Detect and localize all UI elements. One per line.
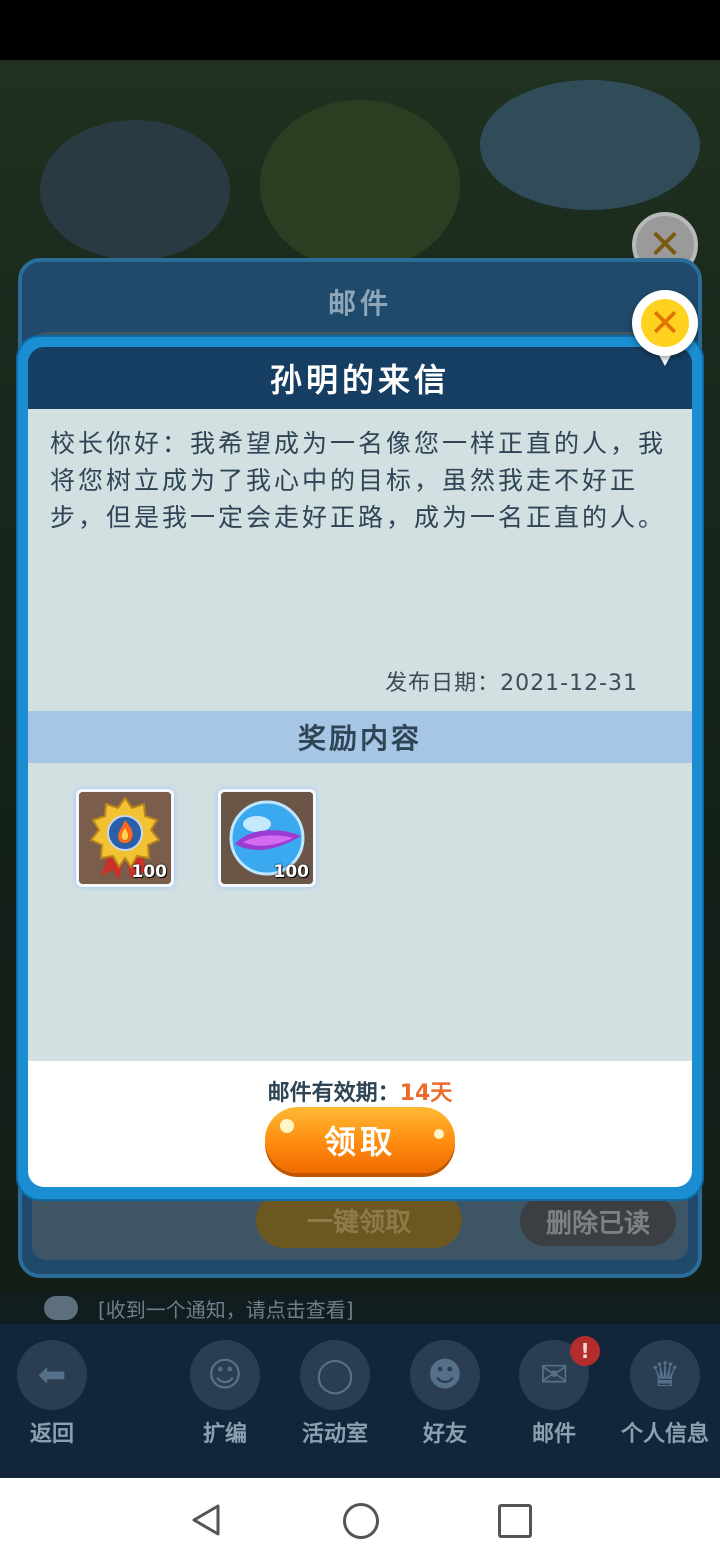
sparkle-icon: [434, 1129, 444, 1139]
publish-date: 发布日期：2021-12-31: [385, 671, 638, 696]
dialog-footer: 邮件有效期：14天 领取: [28, 1061, 692, 1187]
reward-title: 奖励内容: [297, 722, 422, 755]
reward-item[interactable]: 100: [76, 789, 174, 887]
chat-bubble-icon: [44, 1296, 78, 1320]
medal-icon: 100: [79, 792, 171, 884]
friends-icon: ☻: [410, 1340, 480, 1410]
delete-read-button[interactable]: 删除已读: [520, 1196, 676, 1246]
claim-button-label: 领取: [323, 1124, 396, 1160]
nav-profile[interactable]: ♛ 个人信息: [612, 1330, 718, 1470]
close-button[interactable]: ✕: [632, 290, 698, 356]
message-area: 校长你好：我希望成为一名像您一样正直的人，我将您树立成为了我心中的目标，虽然我走…: [28, 409, 692, 711]
letter-dialog: 孙明的来信 校长你好：我希望成为一名像您一样正直的人，我将您树立成为了我心中的目…: [18, 337, 702, 1199]
nav-label-friends: 好友: [422, 1422, 467, 1447]
back-arrow-icon: ⬅: [17, 1340, 87, 1410]
notice-text[interactable]: [收到一个通知，请点击查看]: [98, 1294, 354, 1323]
reward-quantity: 100: [273, 862, 310, 882]
message-text: 校长你好：我希望成为一名像您一样正直的人，我将您树立成为了我心中的目标，虽然我走…: [50, 429, 667, 532]
mail-window-title: 邮件: [327, 287, 392, 320]
validity-label: 邮件有效期：: [267, 1081, 400, 1106]
expand-icon: ☺: [190, 1340, 260, 1410]
sparkle-icon: [280, 1119, 294, 1133]
nav-label-back: 返回: [29, 1422, 74, 1447]
mail-badge: !: [570, 1336, 600, 1366]
validity-days: 14天: [399, 1081, 453, 1106]
nav-friends[interactable]: ☻ 好友: [395, 1330, 495, 1470]
mail-validity: 邮件有效期：14天: [28, 1075, 692, 1107]
home-icon[interactable]: [343, 1503, 379, 1539]
dialog-header: 孙明的来信: [28, 347, 692, 409]
nav-expand[interactable]: ☺ 扩编: [175, 1330, 275, 1470]
nav-activity-room[interactable]: ◯ 活动室: [285, 1330, 385, 1470]
back-icon[interactable]: [190, 1503, 224, 1537]
nav-back[interactable]: ⬅ 返回: [2, 1330, 102, 1470]
crystal-orb-icon: 100: [221, 792, 313, 884]
reward-item[interactable]: 100: [218, 789, 316, 887]
reward-quantity: 100: [131, 862, 168, 882]
nav-label-expand: 扩编: [202, 1422, 247, 1447]
close-icon: ✕: [641, 299, 689, 347]
nav-label-activity-room: 活动室: [301, 1422, 368, 1447]
claim-all-button[interactable]: 一键领取: [256, 1192, 462, 1248]
recent-apps-icon[interactable]: [498, 1504, 532, 1538]
dialog-title: 孙明的来信: [269, 361, 450, 399]
status-bar: [0, 0, 720, 60]
nav-label-profile: 个人信息: [620, 1422, 709, 1447]
reward-area: 100 100: [28, 763, 692, 1061]
reward-header: 奖励内容: [28, 711, 692, 763]
nav-label-mail: 邮件: [531, 1422, 576, 1447]
nav-mail[interactable]: ✉ 邮件 !: [504, 1330, 604, 1470]
claim-button[interactable]: 领取: [265, 1107, 455, 1173]
profile-icon: ♛: [630, 1340, 700, 1410]
activity-room-icon: ◯: [300, 1340, 370, 1410]
